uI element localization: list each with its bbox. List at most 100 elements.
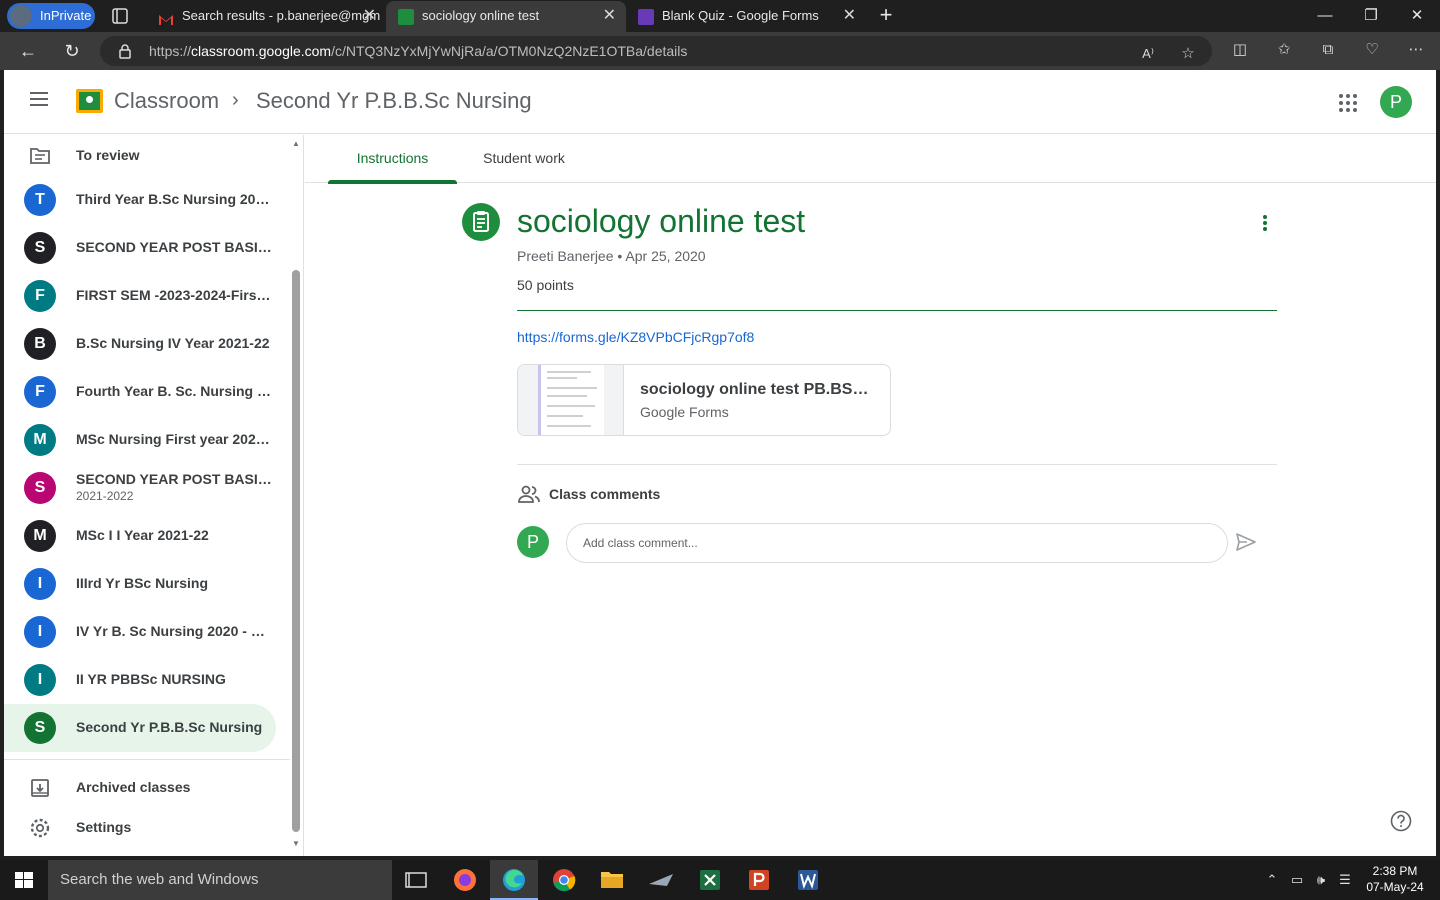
sidebar-class-item[interactable]: T Third Year B.Sc Nursing 2023-24 (4, 176, 276, 224)
tab-actions-icon[interactable] (110, 6, 130, 26)
sidebar-item-label: Settings (76, 819, 132, 835)
class-name: Fourth Year B. Sc. Nursing 2022 (76, 383, 272, 399)
sidebar-class-item[interactable]: I IV Yr B. Sc Nursing 2020 - 2021 (4, 608, 276, 656)
class-name: B.Sc Nursing IV Year 2021-22 (76, 335, 270, 351)
network-icon[interactable]: ▭ (1287, 870, 1307, 890)
lock-icon (118, 43, 132, 59)
close-tab-icon[interactable]: ✕ (843, 1, 856, 31)
favorite-star-icon[interactable]: ☆ (1176, 42, 1200, 66)
chevron-right-icon: › (232, 89, 239, 111)
help-icon[interactable] (1390, 810, 1412, 832)
browser-tab-classroom[interactable]: sociology online test ✕ (386, 1, 626, 32)
class-name: Second Yr P.B.B.Sc Nursing (76, 719, 263, 735)
sidebar-class-item-selected[interactable]: S Second Yr P.B.B.Sc Nursing (4, 704, 276, 752)
class-comment-input[interactable] (566, 523, 1228, 563)
scrollbar-thumb[interactable] (292, 270, 300, 832)
file-explorer-icon[interactable] (588, 860, 636, 900)
class-avatar: B (24, 328, 56, 360)
class-name: MSc I I Year 2021-22 (76, 527, 209, 543)
settings-more-icon[interactable]: ⋯ (1404, 38, 1428, 62)
inprivate-badge[interactable]: InPrivate (7, 3, 95, 29)
windows-start-icon[interactable] (0, 860, 48, 900)
gmail-icon (158, 9, 174, 25)
attachment-type: Google Forms (640, 404, 729, 420)
sidebar-item-settings[interactable]: Settings (4, 804, 276, 852)
close-tab-icon[interactable]: ✕ (363, 1, 376, 31)
scroll-down-icon[interactable]: ▼ (291, 839, 301, 848)
word-icon[interactable] (784, 860, 832, 900)
assignment-meta: Preeti Banerjee • Apr 25, 2020 (517, 248, 706, 264)
sidebar-class-item[interactable]: B B.Sc Nursing IV Year 2021-22 (4, 320, 276, 368)
class-avatar: I (24, 664, 56, 696)
classroom-logo-icon[interactable] (76, 89, 103, 113)
collections-icon[interactable]: ⧉ (1316, 38, 1340, 62)
sidebar-class-item[interactable]: M MSc Nursing First year 2022-23 (4, 416, 276, 464)
form-link[interactable]: https://forms.gle/KZ8VPbCFjcRgp7of8 (517, 329, 754, 345)
task-view-icon[interactable] (392, 860, 440, 900)
sidebar-class-item[interactable]: F Fourth Year B. Sc. Nursing 2022 (4, 368, 276, 416)
taskbar-search[interactable]: Search the web and Windows (48, 860, 392, 900)
attachment-card[interactable]: sociology online test PB.BSc Nursing Goo… (517, 364, 891, 436)
browser-tab-forms[interactable]: Blank Quiz - Google Forms ✕ (626, 1, 866, 32)
app-title[interactable]: Classroom (114, 88, 219, 114)
class-name: II YR PBBSc NURSING (76, 671, 226, 687)
attachment-title: sociology online test PB.BSc Nursing (640, 381, 874, 398)
url-host: classroom.google.com (191, 43, 332, 59)
more-options-icon[interactable] (1253, 213, 1277, 237)
sidebar-class-item[interactable]: I IIIrd Yr BSc Nursing (4, 560, 276, 608)
excel-icon[interactable] (686, 860, 734, 900)
app-shortcut-icon[interactable] (637, 860, 685, 900)
chrome-icon[interactable] (540, 860, 588, 900)
address-bar[interactable]: https://classroom.google.com/c/NTQ3NzYxM… (100, 36, 1212, 66)
sidebar-class-item[interactable]: M MSc I I Year 2021-22 (4, 512, 276, 560)
sidebar-item-to-review[interactable]: To review (4, 132, 276, 180)
sidebar-class-item[interactable]: S SECOND YEAR POST BASIC B.Sc Nursing (4, 224, 276, 272)
split-screen-icon[interactable]: ◫ (1228, 38, 1252, 62)
send-icon[interactable] (1235, 531, 1257, 553)
class-name: SECOND YEAR POST BASIC B.Sc Nursing (76, 239, 272, 255)
main-menu-icon[interactable] (30, 92, 48, 106)
volume-icon[interactable]: 🕪 (1311, 870, 1331, 890)
google-apps-icon[interactable] (1339, 94, 1357, 112)
sidebar: To review T Third Year B.Sc Nursing 2023… (4, 135, 304, 856)
action-center-icon[interactable]: ☰ (1335, 870, 1355, 890)
taskbar-clock[interactable]: 2:38 PM 07-May-24 (1360, 863, 1430, 895)
forms-favicon-icon (638, 9, 654, 25)
read-aloud-icon[interactable]: A⁾ (1136, 42, 1160, 66)
close-window-icon[interactable]: ✕ (1394, 0, 1440, 32)
assignment-tabs: Instructions Student work (305, 135, 1436, 184)
performance-icon[interactable]: ♡ (1360, 38, 1384, 62)
browser-tab-gmail[interactable]: Search results - p.banerjee@mgm ✕ (146, 1, 386, 32)
sidebar-scrollbar[interactable]: ▲ ▼ (290, 135, 302, 856)
firefox-icon[interactable] (441, 860, 489, 900)
breadcrumb-class-name[interactable]: Second Yr P.B.B.Sc Nursing (256, 88, 532, 114)
show-hidden-icons-icon[interactable]: ⌃ (1262, 870, 1282, 890)
powerpoint-icon[interactable] (735, 860, 783, 900)
windows-taskbar: Search the web and Windows ⌃ ▭ 🕪 ☰ 2:38 … (0, 860, 1440, 900)
back-icon[interactable]: ← (14, 38, 42, 64)
assignment-points: 50 points (517, 277, 574, 293)
sidebar-class-item[interactable]: I II YR PBBSc NURSING (4, 656, 276, 704)
favorites-icon[interactable]: ✩ (1272, 38, 1296, 62)
url-prefix: https:// (149, 43, 192, 59)
refresh-icon[interactable]: ↻ (58, 38, 86, 64)
scroll-up-icon[interactable]: ▲ (291, 139, 301, 148)
class-avatar: I (24, 568, 56, 600)
class-name: FIRST SEM -2023-2024-First Year (76, 287, 272, 303)
close-tab-icon[interactable]: ✕ (603, 1, 616, 31)
sidebar-class-item[interactable]: F FIRST SEM -2023-2024-First Year (4, 272, 276, 320)
inprivate-label: InPrivate (40, 8, 92, 23)
class-avatar: M (24, 424, 56, 456)
tab-title: Search results - p.banerjee@mgm (182, 8, 381, 23)
minimize-icon[interactable]: — (1302, 0, 1348, 32)
new-tab-icon[interactable]: + (872, 1, 900, 31)
sidebar-class-item[interactable]: S SECOND YEAR POST BASIC B.Sc 2021-2022 (4, 464, 276, 512)
class-avatar: T (24, 184, 56, 216)
tab-title: Blank Quiz - Google Forms (662, 8, 819, 23)
tab-title: sociology online test (422, 8, 540, 23)
edge-icon[interactable] (490, 860, 538, 900)
restore-icon[interactable]: ❐ (1348, 0, 1394, 32)
tab-instructions[interactable]: Instructions (328, 135, 457, 184)
account-avatar[interactable]: P (1380, 86, 1412, 118)
tab-student-work[interactable]: Student work (465, 135, 583, 183)
